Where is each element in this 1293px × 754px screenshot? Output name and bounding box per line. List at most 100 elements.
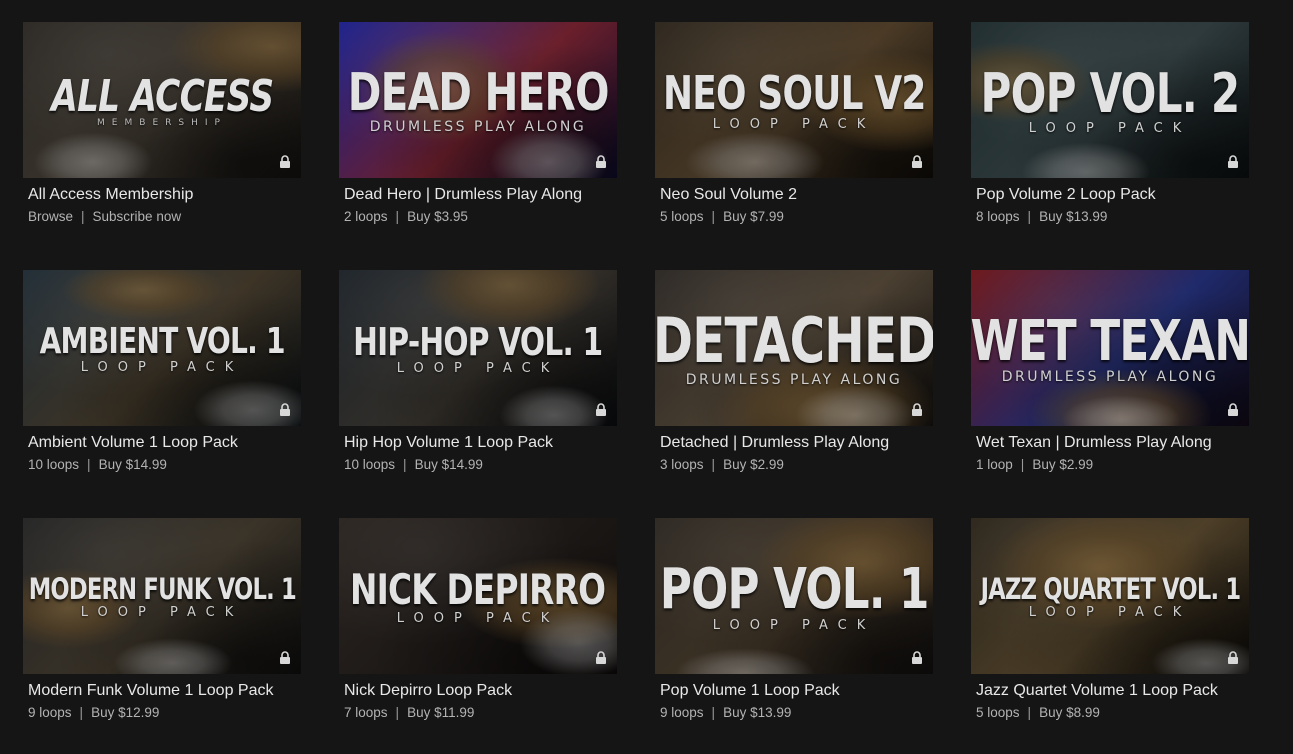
product-grid: ALL ACCESS MEMBERSHIP All Access Members… [23, 22, 1249, 748]
product-meta-left: 8 loops [976, 209, 1020, 224]
product-meta-left: 3 loops [660, 457, 704, 472]
lock-icon [596, 403, 606, 416]
product-thumbnail[interactable]: WET TEXAN DRUMLESS PLAY ALONG [971, 270, 1249, 426]
product-thumbnail[interactable]: JAZZ QUARTET VOL. 1 LOOP PACK [971, 518, 1249, 674]
meta-separator: | [81, 209, 85, 224]
thumbnail-subtitle-text: LOOP PACK [1028, 604, 1192, 620]
product-card[interactable]: NEO SOUL V2 LOOP PACK Neo Soul Volume 2 … [655, 22, 933, 252]
product-title[interactable]: Ambient Volume 1 Loop Pack [28, 434, 301, 452]
product-meta: 1 loop | Buy $2.99 [976, 457, 1249, 473]
product-meta-left: 5 loops [660, 209, 704, 224]
product-meta-left: 7 loops [344, 705, 388, 720]
product-title[interactable]: Pop Volume 1 Loop Pack [660, 682, 933, 700]
product-card[interactable]: JAZZ QUARTET VOL. 1 LOOP PACK Jazz Quart… [971, 518, 1249, 748]
product-meta-left: 2 loops [344, 209, 388, 224]
lock-icon [912, 403, 922, 416]
thumbnail-title-text: JAZZ QUARTET VOL. 1 [980, 572, 1241, 607]
product-card[interactable]: POP VOL. 1 LOOP PACK Pop Volume 1 Loop P… [655, 518, 933, 748]
product-action-link[interactable]: Subscribe now [93, 209, 182, 224]
product-action-link[interactable]: Buy $13.99 [723, 705, 791, 720]
lock-icon [596, 155, 606, 168]
thumbnail-art: MODERN FUNK VOL. 1 LOOP PACK [23, 518, 301, 674]
product-title[interactable]: Detached | Drumless Play Along [660, 434, 933, 452]
product-title[interactable]: Jazz Quartet Volume 1 Loop Pack [976, 682, 1249, 700]
product-thumbnail[interactable]: DETACHED DRUMLESS PLAY ALONG [655, 270, 933, 426]
thumbnail-title-text: NICK DEPIRRO [350, 565, 606, 615]
thumbnail-subtitle-text: LOOP PACK [80, 604, 244, 620]
meta-separator: | [1027, 209, 1032, 224]
product-meta: Browse | Subscribe now [28, 209, 301, 225]
product-thumbnail[interactable]: POP VOL. 2 LOOP PACK [971, 22, 1249, 178]
product-title[interactable]: Nick Depirro Loop Pack [344, 682, 617, 700]
thumbnail-title-text: HIP-HOP VOL. 1 [353, 319, 603, 364]
product-title[interactable]: Pop Volume 2 Loop Pack [976, 186, 1249, 204]
meta-separator: | [79, 705, 84, 720]
product-card[interactable]: WET TEXAN DRUMLESS PLAY ALONG Wet Texan … [971, 270, 1249, 500]
product-card[interactable]: DEAD HERO DRUMLESS PLAY ALONG Dead Hero … [339, 22, 617, 252]
meta-separator: | [395, 209, 400, 224]
lock-icon [1228, 403, 1238, 416]
product-meta: 5 loops | Buy $8.99 [976, 705, 1249, 721]
thumbnail-art: AMBIENT VOL. 1 LOOP PACK [23, 270, 301, 426]
thumbnail-subtitle-text: LOOP PACK [80, 360, 244, 376]
product-action-link[interactable]: Buy $13.99 [1039, 209, 1107, 224]
thumbnail-title-text: DETACHED [655, 304, 933, 378]
product-thumbnail[interactable]: NICK DEPIRRO LOOP PACK [339, 518, 617, 674]
thumbnail-title-text: AMBIENT VOL. 1 [39, 320, 285, 362]
lock-icon [912, 155, 922, 168]
meta-separator: | [395, 705, 400, 720]
product-meta: 10 loops | Buy $14.99 [28, 457, 301, 473]
product-title[interactable]: Modern Funk Volume 1 Loop Pack [28, 682, 301, 700]
product-action-link[interactable]: Buy $3.95 [407, 209, 468, 224]
product-card[interactable]: POP VOL. 2 LOOP PACK Pop Volume 2 Loop P… [971, 22, 1249, 252]
thumbnail-title-text: POP VOL. 2 [980, 62, 1241, 126]
product-card[interactable]: MODERN FUNK VOL. 1 LOOP PACK Modern Funk… [23, 518, 301, 748]
product-thumbnail[interactable]: HIP-HOP VOL. 1 LOOP PACK [339, 270, 617, 426]
thumbnail-title-text: MODERN FUNK VOL. 1 [28, 572, 296, 607]
product-thumbnail[interactable]: NEO SOUL V2 LOOP PACK [655, 22, 933, 178]
product-card[interactable]: DETACHED DRUMLESS PLAY ALONG Detached | … [655, 270, 933, 500]
product-meta: 5 loops | Buy $7.99 [660, 209, 933, 225]
product-title[interactable]: All Access Membership [28, 186, 301, 204]
product-card[interactable]: NICK DEPIRRO LOOP PACK Nick Depirro Loop… [339, 518, 617, 748]
product-title[interactable]: Dead Hero | Drumless Play Along [344, 186, 617, 204]
meta-separator: | [403, 457, 407, 472]
product-action-link[interactable]: Buy $12.99 [91, 705, 159, 720]
lock-icon [596, 651, 606, 664]
thumbnail-title-text: DEAD HERO [347, 62, 610, 123]
product-meta: 9 loops | Buy $13.99 [660, 705, 933, 721]
product-action-link[interactable]: Buy $2.99 [1032, 457, 1093, 472]
meta-separator: | [87, 457, 91, 472]
product-thumbnail[interactable]: ALL ACCESS MEMBERSHIP [23, 22, 301, 178]
thumbnail-art: WET TEXAN DRUMLESS PLAY ALONG [971, 270, 1249, 426]
product-action-link[interactable]: Buy $14.99 [415, 457, 483, 472]
product-card[interactable]: HIP-HOP VOL. 1 LOOP PACK Hip Hop Volume … [339, 270, 617, 500]
thumbnail-art: ALL ACCESS MEMBERSHIP [23, 22, 301, 178]
product-meta: 8 loops | Buy $13.99 [976, 209, 1249, 225]
product-thumbnail[interactable]: AMBIENT VOL. 1 LOOP PACK [23, 270, 301, 426]
product-meta-left: 10 loops [28, 457, 80, 472]
product-action-link[interactable]: Buy $7.99 [723, 209, 784, 224]
product-title[interactable]: Hip Hop Volume 1 Loop Pack [344, 434, 617, 452]
product-meta: 3 loops | Buy $2.99 [660, 457, 933, 473]
thumbnail-art: HIP-HOP VOL. 1 LOOP PACK [339, 270, 617, 426]
product-action-link[interactable]: Buy $2.99 [723, 457, 784, 472]
product-thumbnail[interactable]: DEAD HERO DRUMLESS PLAY ALONG [339, 22, 617, 178]
product-title[interactable]: Wet Texan | Drumless Play Along [976, 434, 1249, 452]
meta-separator: | [1027, 705, 1032, 720]
product-action-link[interactable]: Buy $14.99 [99, 457, 167, 472]
thumbnail-title-text: POP VOL. 1 [659, 557, 930, 623]
product-thumbnail[interactable]: MODERN FUNK VOL. 1 LOOP PACK [23, 518, 301, 674]
product-action-link[interactable]: Buy $8.99 [1039, 705, 1100, 720]
lock-icon [280, 155, 290, 168]
product-card[interactable]: ALL ACCESS MEMBERSHIP All Access Members… [23, 22, 301, 252]
thumbnail-art: POP VOL. 1 LOOP PACK [655, 518, 933, 674]
product-thumbnail[interactable]: POP VOL. 1 LOOP PACK [655, 518, 933, 674]
product-meta-left: 9 loops [28, 705, 72, 720]
product-action-link[interactable]: Buy $11.99 [407, 705, 474, 720]
product-card[interactable]: AMBIENT VOL. 1 LOOP PACK Ambient Volume … [23, 270, 301, 500]
thumbnail-art: DETACHED DRUMLESS PLAY ALONG [655, 270, 933, 426]
lock-icon [1228, 651, 1238, 664]
product-title[interactable]: Neo Soul Volume 2 [660, 186, 933, 204]
meta-separator: | [711, 457, 716, 472]
